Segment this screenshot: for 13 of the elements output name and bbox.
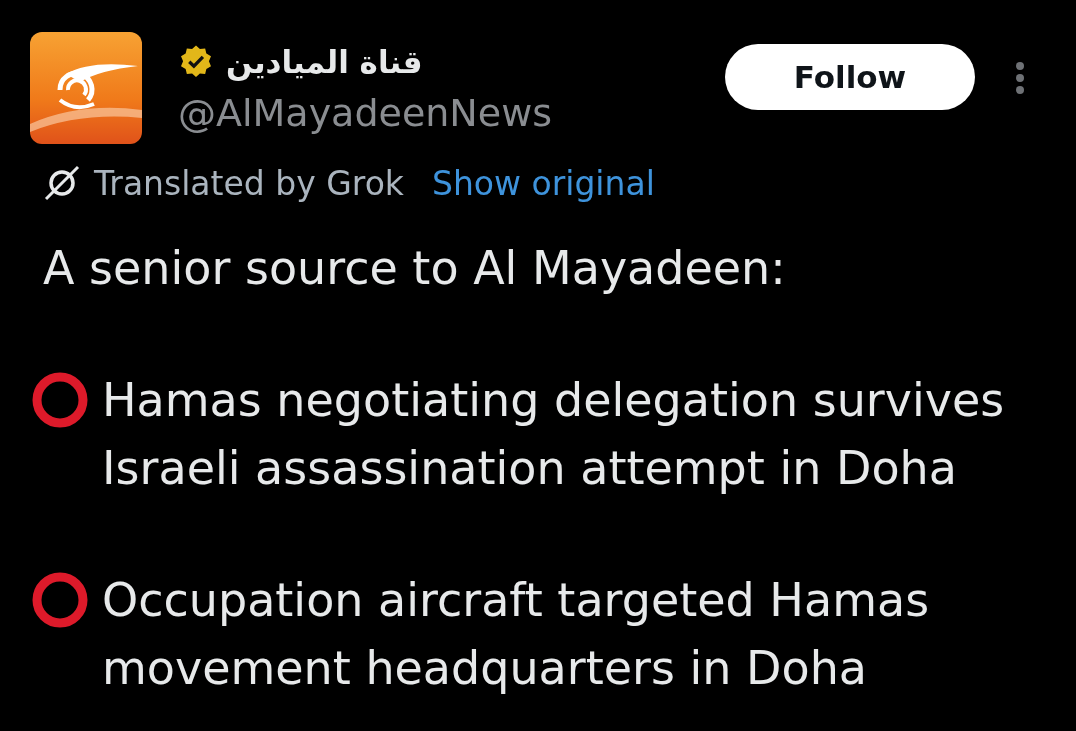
- post-text: Hamas negotiating delegation survives Israeli assassination attempt in Doha: [102, 372, 1006, 497]
- post-text: A senior source to Al Mayadeen:: [42, 240, 786, 297]
- more-options-icon[interactable]: [1015, 61, 1025, 95]
- follow-button[interactable]: Follow: [725, 44, 975, 110]
- display-name: قناة الميادين: [226, 43, 423, 83]
- ring-icon: [32, 372, 88, 428]
- slashed-circle-icon: [44, 165, 80, 201]
- show-original-link[interactable]: Show original: [431, 163, 655, 203]
- post-text: Occupation aircraft targeted Hamas movement headquarters in Doha: [102, 572, 931, 697]
- channel-avatar[interactable]: [30, 32, 142, 144]
- account-handle: @AlMayadeenNews: [178, 90, 553, 137]
- ring-icon: [32, 572, 88, 628]
- translation-label: Translated by Grok: [94, 163, 404, 203]
